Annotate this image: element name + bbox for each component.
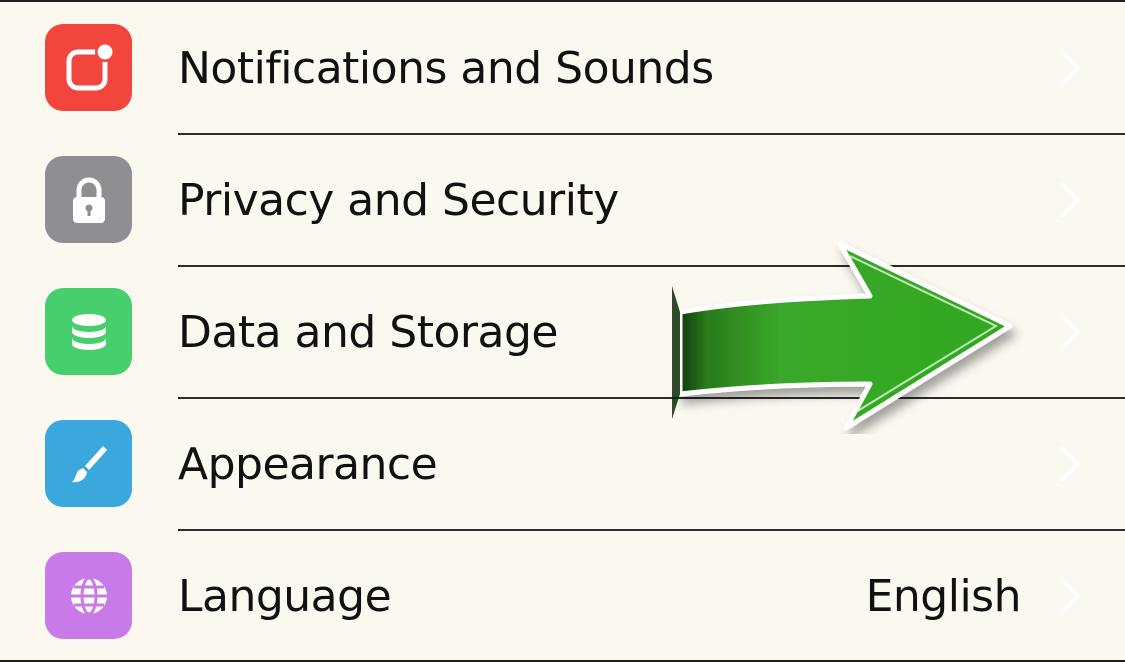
settings-row-language[interactable]: Language English xyxy=(0,530,1125,662)
chevron-right-icon xyxy=(1060,50,1080,86)
chevron-right-icon xyxy=(1060,314,1080,350)
chevron-right-icon xyxy=(1060,578,1080,614)
settings-row-notifications-and-sounds[interactable]: Notifications and Sounds xyxy=(0,2,1125,134)
green-arrow-annotation-icon xyxy=(672,241,1013,431)
settings-row-label: Data and Storage xyxy=(178,306,558,358)
settings-row-label: Appearance xyxy=(178,438,438,490)
language-value: English xyxy=(865,570,1022,622)
chevron-right-icon xyxy=(1060,446,1080,482)
settings-row-label: Privacy and Security xyxy=(178,174,619,226)
chevron-right-icon xyxy=(1060,182,1080,218)
lock-icon xyxy=(45,156,132,243)
database-icon xyxy=(45,288,132,375)
globe-icon xyxy=(45,552,132,639)
brush-icon xyxy=(45,420,132,507)
settings-row-label: Notifications and Sounds xyxy=(178,42,714,94)
settings-page: Notifications and Sounds Privacy and Sec… xyxy=(0,0,1125,662)
settings-row-label: Language xyxy=(178,570,392,622)
notification-badge-icon xyxy=(45,24,132,111)
